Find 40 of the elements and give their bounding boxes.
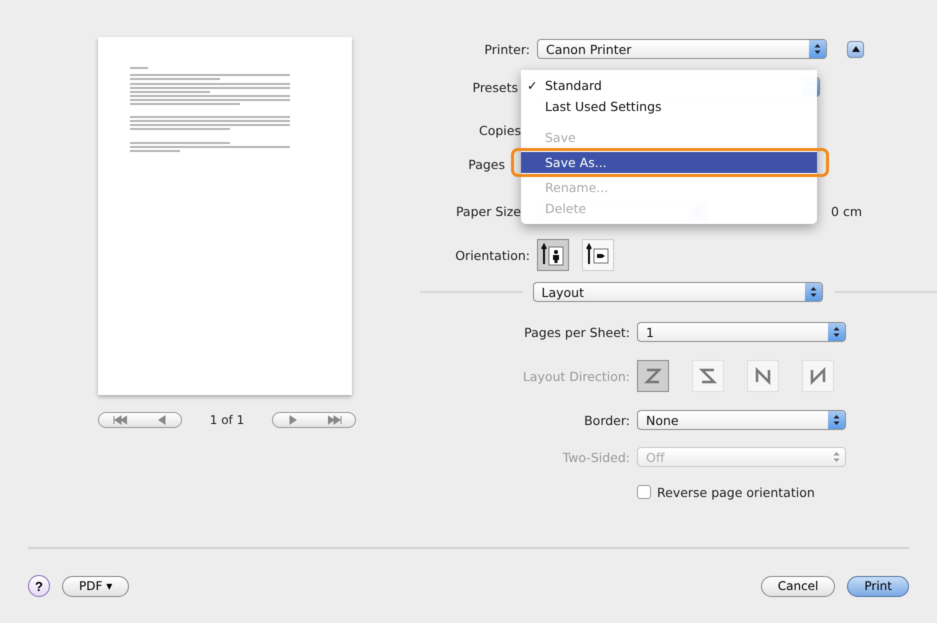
paper-size-label: Paper Size: [454, 204, 522, 218]
stepper-icon: [828, 411, 845, 429]
copies-label: Copies: [478, 122, 522, 138]
menu-item[interactable]: Last Used Settings: [521, 96, 817, 117]
help-button[interactable]: ?: [28, 575, 50, 597]
two-sided-label: Two-Sided:: [562, 450, 631, 464]
printer-label: Printer:: [483, 42, 531, 56]
pages-label: Pages: [467, 156, 506, 172]
first-page-icon: [112, 415, 126, 425]
print-button[interactable]: Print: [847, 576, 909, 596]
triangle-up-icon: [852, 46, 860, 52]
checkmark: ✓: [527, 78, 538, 93]
cancel-button[interactable]: Cancel: [760, 576, 836, 596]
printer-popup[interactable]: Canon Printer: [537, 39, 827, 59]
first-previous-buttons[interactable]: [98, 412, 182, 428]
next-last-buttons[interactable]: [272, 412, 356, 428]
page-counter: 1 of 1: [210, 413, 244, 427]
stepper-icon: [828, 323, 845, 341]
section-popup[interactable]: Layout: [532, 282, 822, 302]
menu-item[interactable]: ✓ Standard: [521, 75, 817, 96]
stepper-icon: [804, 283, 822, 301]
border-popup[interactable]: None: [637, 410, 846, 430]
menu-item[interactable]: Save As...: [521, 152, 817, 173]
last-page-icon: [328, 415, 342, 425]
paper-dimensions: 0 cm: [831, 204, 862, 218]
pages-per-sheet-label: Pages per Sheet:: [523, 324, 631, 340]
orientation-label: Orientation:: [454, 248, 531, 262]
pdf-button[interactable]: PDF ▾: [62, 576, 130, 596]
checkbox[interactable]: [637, 485, 651, 499]
portrait-icon: [541, 243, 565, 267]
layout-direction-label: Layout Direction:: [522, 368, 631, 384]
orientation-button[interactable]: [537, 239, 569, 271]
collapse-button[interactable]: [847, 40, 864, 58]
orientation-button[interactable]: [582, 239, 614, 271]
reverse-orientation-label: Reverse page orientation: [657, 484, 815, 500]
stepper-icon: [809, 40, 826, 58]
presets-label: Presets: [472, 80, 519, 94]
pages-per-sheet-popup[interactable]: 1: [637, 322, 846, 342]
border-label: Border:: [583, 412, 631, 428]
landscape-icon: [586, 243, 610, 267]
